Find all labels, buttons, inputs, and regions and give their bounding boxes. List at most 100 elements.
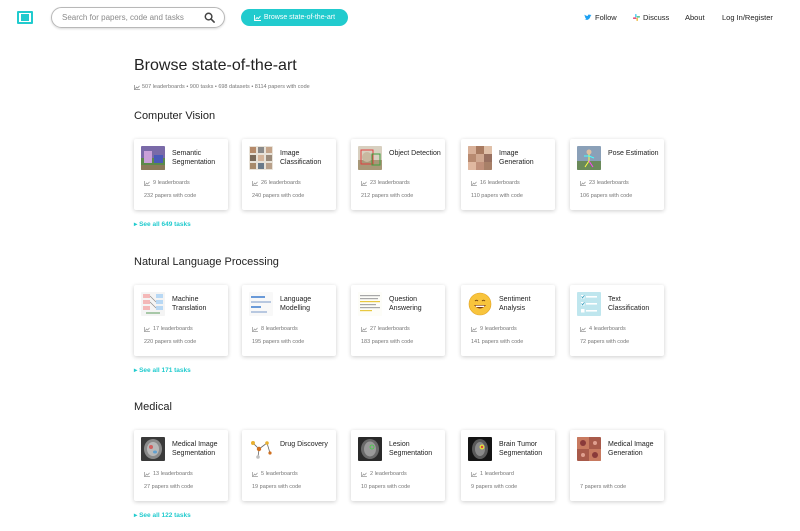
leaderboards-count: 8 leaderboards [252,326,298,332]
see-all-link[interactable]: ▸ See all 122 tasks [134,511,191,519]
task-card[interactable]: Semantic Segmentation 9 leaderboards 232 p… [134,139,228,210]
browse-sota-label: Browse state-of-the-art [263,14,336,21]
follow-label: Follow [595,13,617,22]
search-box[interactable] [51,7,225,28]
checklist [577,292,601,316]
task-card[interactable]: Machine Translation 17 leaderboards 220 pa… [134,285,228,356]
task-card[interactable]: Object Detection 23 leaderboards 212 paper… [351,139,445,210]
leaderboards-count: 9 leaderboards [471,326,517,332]
chart-icon [361,471,367,477]
twitter-icon [584,14,592,21]
task-card[interactable]: Pose Estimation 23 leaderboards 106 papers… [570,139,664,210]
language-model-diagram [249,292,273,316]
leaderboards-text: 13 leaderboards [153,471,193,477]
leaderboards-text: 23 leaderboards [589,180,629,186]
leaderboards-text: 16 leaderboards [480,180,520,186]
chart-icon [471,471,477,477]
papers-count: 220 papers with code [144,339,197,345]
page-title: Browse state-of-the-art [134,57,297,74]
leaderboards-count: 4 leaderboards [580,326,626,332]
leaderboards-count: 23 leaderboards [361,180,410,186]
image-grid [249,146,273,170]
mri-scan [141,437,165,461]
see-all-text: See all 122 tasks [139,512,191,519]
papers-count: 27 papers with code [144,484,194,490]
section-title: Natural Language Processing [134,256,279,268]
leaderboards-text: 2 leaderboards [370,471,407,477]
leaderboards-count: 23 leaderboards [580,180,629,186]
search-input[interactable] [62,13,198,22]
smiley-emoji [468,292,492,316]
task-name: Question Answering [389,296,422,312]
task-name: Brain Tumor Segmentation [499,441,543,457]
papers-count: 72 papers with code [580,339,630,345]
chart-icon [144,180,150,186]
leaderboards-text: 9 leaderboards [153,180,190,186]
discuss-link[interactable]: Discuss [633,13,669,22]
papers-count: 195 papers with code [252,339,305,345]
top-navbar: Browse state-of-the-art Follow Discuss A… [0,0,800,36]
task-name: Sentiment Analysis [499,296,531,312]
task-name: Image Classification [280,150,322,166]
task-card[interactable]: Medical Image Segmentation 13 leaderboard… [134,430,228,501]
task-card[interactable]: Question Answering 27 leaderboards 183 pap… [351,285,445,356]
task-card[interactable]: Image Classification 26 leaderboards 240 p… [242,139,336,210]
task-name: Medical Image Generation [608,441,654,457]
see-all-text: See all 649 tasks [139,221,191,228]
chart-icon [361,326,367,332]
papers-count: 141 papers with code [471,339,524,345]
papers-count: 110 papers with code [471,193,523,199]
task-name: Semantic Segmentation [172,150,216,166]
qa-document [358,292,382,316]
stats-line: 507 leaderboards • 900 tasks • 698 datas… [134,84,310,90]
tissue-image [577,437,601,461]
translation-diagram [141,292,165,316]
about-label: About [685,13,705,22]
leaderboards-count: 16 leaderboards [471,180,520,186]
search-icon[interactable] [204,12,215,23]
chart-icon [252,326,258,332]
chart-icon [252,471,258,477]
leaderboards-count: 27 leaderboards [361,326,410,332]
task-name: Lesion Segmentation [389,441,433,457]
leaderboards-count: 2 leaderboards [361,471,407,477]
browse-sota-button[interactable]: Browse state-of-the-art [241,9,348,26]
leaderboards-text: 8 leaderboards [261,326,298,332]
task-card[interactable]: Medical Image Generation 7 papers with co… [570,430,664,501]
slack-icon [633,14,640,21]
chart-icon [580,326,586,332]
leaderboards-text: 26 leaderboards [261,180,301,186]
papers-count: 212 papers with code [361,193,414,199]
papers-count: 232 papers with code [144,193,197,199]
chart-icon [253,14,261,21]
task-name: Drug Discovery [280,441,328,448]
see-all-link[interactable]: ▸ See all 649 tasks [134,220,191,228]
task-card[interactable]: Drug Discovery 5 leaderboards 19 papers wi… [242,430,336,501]
task-card[interactable]: Brain Tumor Segmentation 1 leaderboard 9 p… [461,430,555,501]
about-link[interactable]: About [685,13,705,22]
leaderboards-text: 27 leaderboards [370,326,410,332]
login-label: Log In/Register [722,13,773,22]
task-name: Image Generation [499,150,534,166]
discuss-label: Discuss [643,13,670,22]
leaderboards-text: 5 leaderboards [261,471,298,477]
logo-icon[interactable] [17,11,33,24]
task-card[interactable]: Sentiment Analysis 9 leaderboards 141 pape… [461,285,555,356]
task-card[interactable]: Language Modelling 8 leaderboards 195 pape… [242,285,336,356]
papers-count: 7 papers with code [580,484,627,490]
task-card[interactable]: Image Generation 16 leaderboards 110 paper… [461,139,555,210]
leaderboards-count: 5 leaderboards [252,471,298,477]
leaderboards-text: 1 leaderboard [480,471,514,477]
papers-count: 106 papers with code [580,193,633,199]
faces-grid [468,146,492,170]
task-card[interactable]: Lesion Segmentation 2 leaderboards 10 pape… [351,430,445,501]
chart-icon [144,326,150,332]
login-link[interactable]: Log In/Register [722,13,773,22]
task-name: Object Detection [389,150,441,157]
follow-link[interactable]: Follow [584,13,617,22]
segmentation-image [141,146,165,170]
see-all-link[interactable]: ▸ See all 171 tasks [134,366,191,374]
task-card[interactable]: Text Classification 4 leaderboards 72 pape… [570,285,664,356]
task-name: Pose Estimation [608,150,659,157]
stats-text: 507 leaderboards • 900 tasks • 698 datas… [142,84,310,90]
